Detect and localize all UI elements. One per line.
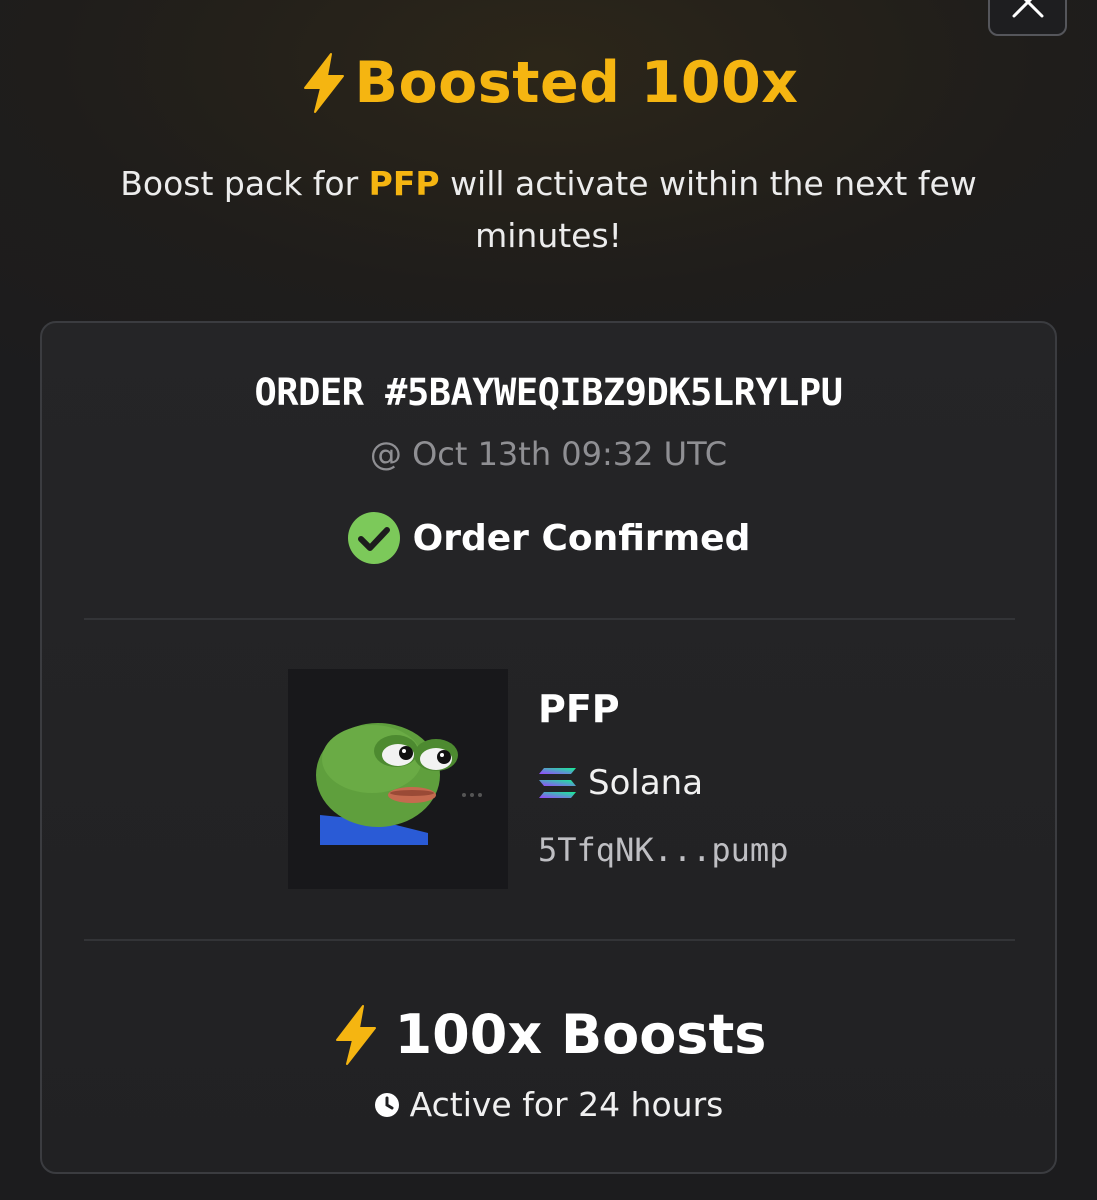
lightning-icon [303,53,344,113]
activation-message-suffix: will activate within the next few minute… [439,164,977,255]
boost-duration: Active for 24 hours [42,1085,1055,1124]
solana-icon [539,768,576,798]
title-row: Boosted 100x [299,50,799,116]
token-chain: Solana [538,763,703,803]
pepe-frog-image [288,669,508,889]
token-chain-name: Solana [588,763,704,803]
divider [84,618,1015,620]
activation-token-name: PFP [368,164,440,203]
boost-label: 100x Boosts [394,1003,767,1066]
page-title: Boosted 100x [354,50,799,116]
token-address[interactable]: 5TfqNK...pump [538,831,788,869]
clock-icon [374,1092,399,1117]
order-card: ORDER #5BAYWEQIBZ9DK5LRYLPU @ Oct 13th 0… [40,321,1057,1174]
boost-summary: 100x Boosts [42,1003,1055,1066]
order-id: ORDER #5BAYWEQIBZ9DK5LRYLPU [254,371,843,414]
order-status-label: Order Confirmed [412,517,751,559]
close-icon [1012,0,1043,18]
divider [84,939,1015,941]
activation-message-prefix: Boost pack for [120,164,369,203]
activation-message: Boost pack for PFP will activate within … [100,158,997,262]
header: Boosted 100x [0,50,1097,118]
order-timestamp: @ Oct 13th 09:32 UTC [369,435,728,473]
token-name: PFP [538,687,620,731]
order-status: Order Confirmed [42,511,1055,565]
boost-duration-label: Active for 24 hours [409,1085,724,1124]
lightning-icon [335,1004,376,1065]
token-image [288,669,508,889]
close-button[interactable] [988,0,1067,36]
check-circle-icon [347,512,400,564]
